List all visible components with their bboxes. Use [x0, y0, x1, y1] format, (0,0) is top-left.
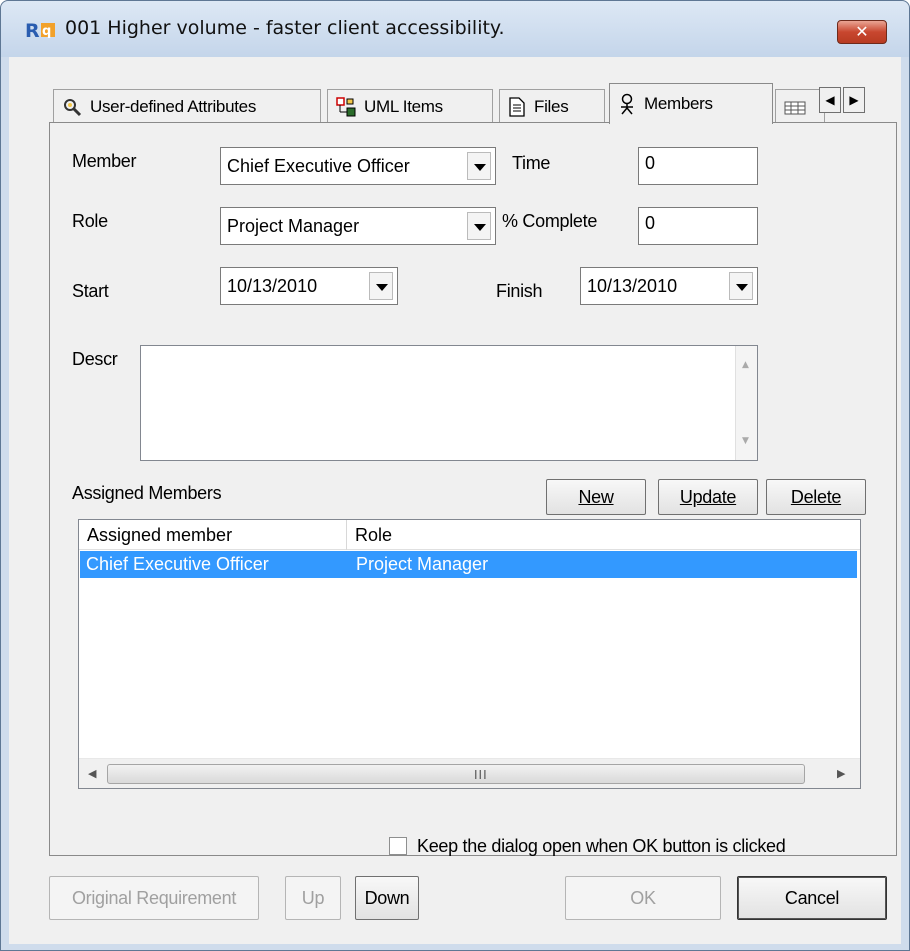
original-requirement-button[interactable]: Original Requirement — [49, 876, 259, 920]
row-role: Project Manager — [356, 554, 489, 574]
tab-label: User-defined Attributes — [90, 96, 257, 116]
new-button[interactable]: New — [546, 479, 646, 515]
new-button-label: New — [578, 487, 614, 507]
tab-label: Members — [644, 94, 713, 113]
title-bar[interactable]: R q 001 Higher volume - faster client ac… — [1, 1, 909, 57]
scroll-up-icon[interactable]: ▲ — [742, 360, 749, 370]
column-header-assigned-member[interactable]: Assigned member — [79, 520, 347, 550]
tab-scroll-left-icon[interactable]: ◀ — [819, 87, 841, 113]
svg-text:q: q — [42, 24, 51, 39]
person-icon — [621, 93, 633, 115]
assigned-members-list[interactable]: Assigned member Role Chief Executive Off… — [78, 519, 861, 789]
window-title: 001 Higher volume - faster client access… — [65, 17, 505, 39]
chevron-down-icon[interactable] — [729, 272, 753, 300]
tab-strip: User-defined Attributes UML Items Files … — [53, 83, 903, 124]
chevron-down-icon[interactable] — [369, 272, 393, 300]
role-combobox[interactable]: Project Manager — [220, 207, 496, 245]
start-label: Start — [72, 281, 109, 301]
update-button-label: Update — [679, 487, 737, 507]
chevron-down-icon[interactable] — [467, 212, 491, 240]
tab-label: UML Items — [364, 96, 443, 116]
down-button[interactable]: Down — [355, 876, 419, 920]
delete-button[interactable]: Delete — [766, 479, 866, 515]
finish-value: 10/13/2010 — [587, 276, 678, 296]
members-panel: Member Chief Executive Officer Time 0 Ro… — [49, 122, 897, 856]
description-textarea[interactable]: ▲ ▼ — [140, 345, 758, 461]
gear-magnifier-icon — [64, 98, 82, 116]
tab-label: Files — [534, 96, 569, 116]
tab-table[interactable] — [775, 89, 825, 123]
complete-value: 0 — [645, 213, 656, 233]
ok-button[interactable]: OK — [565, 876, 721, 920]
table-row[interactable]: Chief Executive Officer Project Manager — [80, 551, 857, 578]
chevron-down-icon[interactable] — [467, 152, 491, 180]
description-scrollbar[interactable]: ▲ ▼ — [735, 346, 757, 460]
time-field[interactable]: 0 — [638, 147, 758, 185]
scroll-down-icon[interactable]: ▼ — [742, 436, 749, 446]
list-header: Assigned member Role — [79, 520, 860, 550]
keep-open-label: Keep the dialog open when OK button is c… — [417, 836, 786, 857]
time-value: 0 — [645, 153, 656, 173]
update-button[interactable]: Update — [658, 479, 758, 515]
finish-label: Finish — [496, 281, 543, 301]
scroll-left-icon[interactable]: ◀ — [88, 767, 96, 780]
member-combobox[interactable]: Chief Executive Officer — [220, 147, 496, 185]
time-label: Time — [512, 153, 551, 173]
svg-text:R: R — [25, 20, 40, 41]
member-label: Member — [72, 151, 137, 171]
role-value: Project Manager — [227, 216, 360, 236]
row-member: Chief Executive Officer — [86, 554, 269, 574]
tab-files[interactable]: Files — [499, 89, 605, 123]
close-button[interactable]: ✕ — [837, 20, 887, 44]
horizontal-scrollbar[interactable]: ◀ III ▶ — [79, 758, 860, 788]
member-value: Chief Executive Officer — [227, 156, 410, 176]
keep-open-text: Keep the dialog open when OK button is c… — [417, 836, 786, 856]
tab-user-defined-attributes[interactable]: User-defined Attributes — [53, 89, 321, 123]
start-date-picker[interactable]: 10/13/2010 — [220, 267, 398, 305]
complete-label: % Complete — [502, 211, 598, 231]
up-button[interactable]: Up — [285, 876, 341, 920]
finish-date-picker[interactable]: 10/13/2010 — [580, 267, 758, 305]
app-logo-icon: R q — [25, 20, 55, 41]
column-header-role[interactable]: Role — [347, 520, 859, 550]
tab-uml-items[interactable]: UML Items — [327, 89, 493, 123]
scroll-right-icon[interactable]: ▶ — [837, 767, 845, 780]
start-value: 10/13/2010 — [227, 276, 318, 296]
scrollbar-grip: III — [474, 768, 488, 782]
dialog-window: R q 001 Higher volume - faster client ac… — [0, 0, 910, 951]
dialog-client: User-defined Attributes UML Items Files … — [9, 57, 901, 944]
keep-open-checkbox[interactable] — [389, 837, 407, 855]
delete-button-label: Delete — [790, 487, 842, 507]
descr-label: Descr — [72, 349, 118, 369]
uml-diagram-icon — [336, 96, 356, 116]
tab-scroll-right-icon[interactable]: ▶ — [843, 87, 865, 113]
table-grid-icon — [784, 101, 806, 114]
complete-field[interactable]: 0 — [638, 207, 758, 245]
cancel-button[interactable]: Cancel — [737, 876, 887, 920]
document-icon — [509, 96, 525, 117]
scrollbar-thumb[interactable]: III — [107, 764, 805, 784]
tab-members[interactable]: Members — [609, 83, 773, 124]
role-label: Role — [72, 211, 108, 231]
assigned-members-heading: Assigned Members — [72, 483, 222, 503]
